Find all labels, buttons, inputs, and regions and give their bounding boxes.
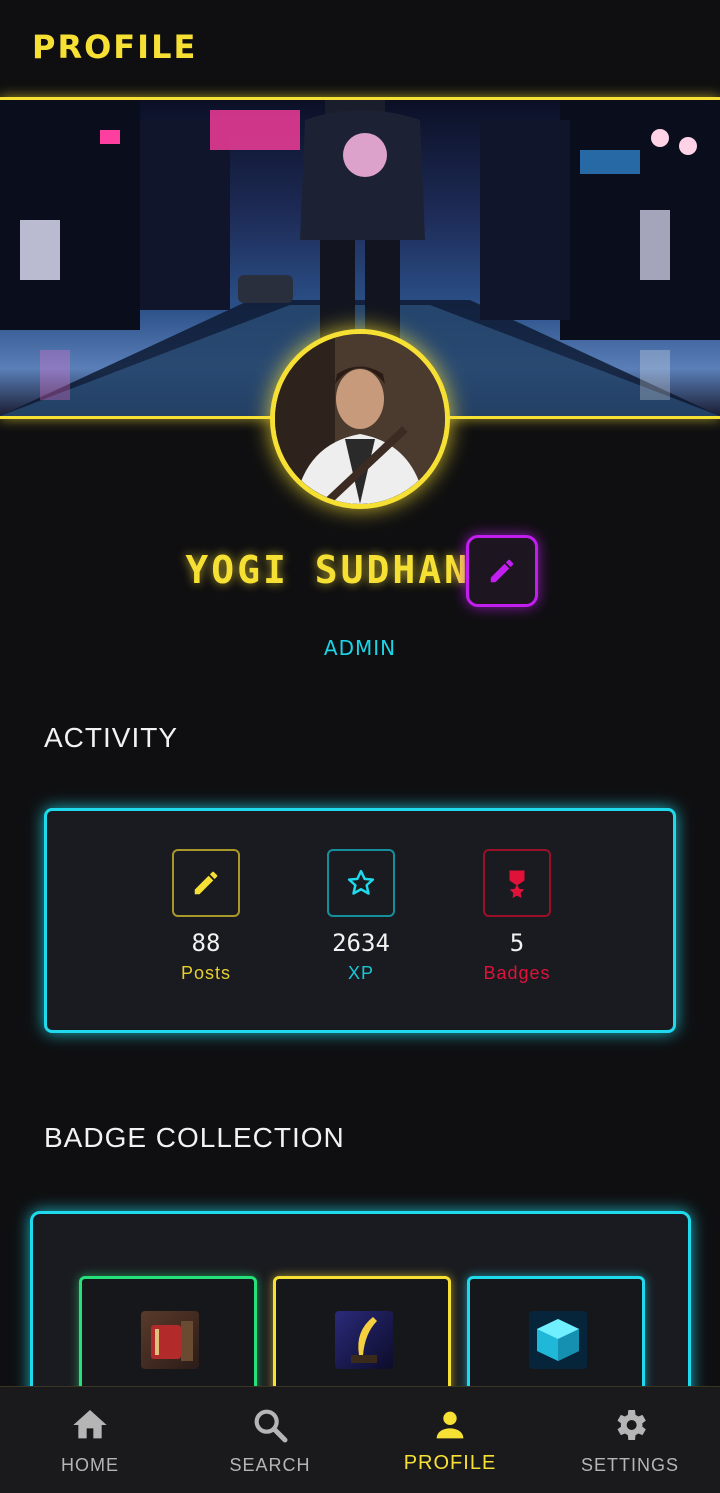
cube-badge-icon	[529, 1311, 587, 1369]
nav-label: SEARCH	[229, 1455, 311, 1475]
nav-search[interactable]: SEARCH	[180, 1387, 360, 1493]
page-title: PROFILE	[32, 28, 198, 66]
avatar[interactable]	[270, 329, 450, 509]
nav-label: HOME	[61, 1455, 119, 1475]
pencil-icon	[172, 849, 240, 917]
stat-value: 88	[191, 929, 221, 957]
book-badge-icon	[141, 1311, 199, 1369]
stat-xp[interactable]: 2634 XP	[291, 849, 431, 984]
top-app-bar: PROFILE	[0, 0, 720, 98]
stat-value: 2634	[332, 929, 390, 957]
nav-profile[interactable]: PROFILE	[360, 1387, 540, 1493]
stat-label: XP	[347, 963, 374, 983]
stat-label: Badges	[483, 963, 551, 983]
person-icon	[436, 1411, 464, 1439]
pencil-icon	[490, 559, 514, 583]
home-icon	[73, 1410, 107, 1439]
bottom-navigation: HOME SEARCH PROFILE SETTINGS	[0, 1386, 720, 1493]
nav-label: SETTINGS	[580, 1455, 679, 1475]
profile-name-text: YOGI SUDHAN	[185, 548, 470, 592]
quill-badge-icon	[335, 1311, 393, 1369]
badge-collection-title: BADGE COLLECTION	[44, 1122, 345, 1153]
profile-role: ADMIN	[323, 636, 397, 660]
search-icon	[254, 1409, 288, 1443]
stat-value: 5	[509, 929, 525, 957]
stat-badges[interactable]: 5 Badges	[447, 849, 587, 984]
nav-label: PROFILE	[403, 1452, 497, 1474]
medal-icon	[483, 849, 551, 917]
stat-posts[interactable]: 88 Posts	[136, 849, 276, 984]
gear-icon	[617, 1410, 646, 1440]
activity-card: 88 Posts 2634 XP 5 Badges	[44, 808, 676, 1033]
activity-section-title: ACTIVITY	[44, 722, 179, 753]
nav-home[interactable]: HOME	[0, 1387, 180, 1493]
nav-settings[interactable]: SETTINGS	[540, 1387, 720, 1493]
stat-label: Posts	[180, 963, 232, 983]
star-icon	[327, 849, 395, 917]
edit-profile-button[interactable]	[466, 535, 538, 607]
